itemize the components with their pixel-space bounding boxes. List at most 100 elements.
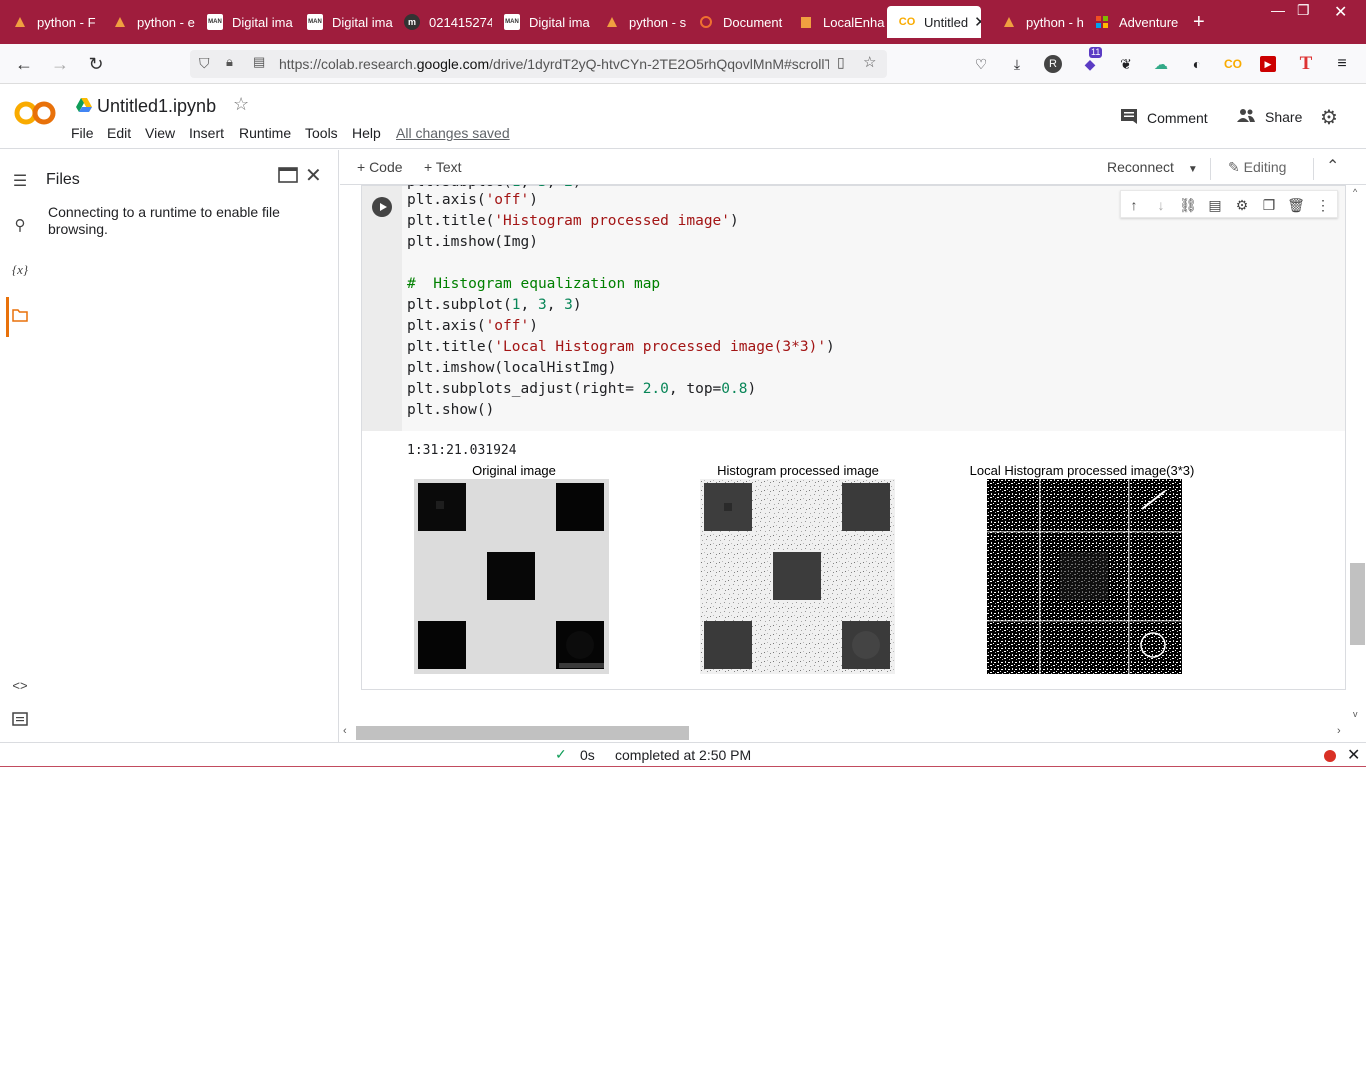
menu-view[interactable]: View bbox=[145, 125, 175, 141]
histogram-processed-image-plot bbox=[700, 479, 895, 674]
vertical-scroll-thumb[interactable] bbox=[1350, 563, 1365, 645]
browser-tab-bar: python - F python - e MAN Digital ima MAN… bbox=[0, 0, 1366, 44]
code-cell[interactable]: plt.subplot(1, 3, 2) plt.axis('off') plt… bbox=[361, 185, 1346, 690]
code-editor[interactable]: plt.subplot(1, 3, 2) plt.axis('off') plt… bbox=[402, 185, 1345, 431]
browser-tab[interactable]: MAN Digital ima bbox=[195, 6, 295, 38]
colab-extension-icon[interactable]: CO bbox=[1223, 54, 1243, 74]
browser-tab[interactable]: MAN Digital ima bbox=[492, 6, 592, 38]
colab-icon: CO bbox=[898, 16, 916, 28]
menu-hamburger-icon[interactable]: ≡ bbox=[1332, 54, 1352, 74]
windows-icon bbox=[1094, 14, 1110, 30]
cell-settings-icon[interactable]: ⚙ bbox=[1232, 195, 1252, 215]
browser-tab[interactable]: m 021415274 bbox=[392, 6, 492, 38]
toolbar-divider bbox=[1210, 158, 1211, 180]
menu-file[interactable]: File bbox=[71, 125, 94, 141]
dark-mode-icon[interactable]: ◐ bbox=[1187, 54, 1207, 74]
save-status-link[interactable]: All changes saved bbox=[396, 125, 510, 141]
minimize-icon[interactable]: — bbox=[1271, 2, 1285, 18]
bookmark-star-icon[interactable]: ☆ bbox=[863, 53, 876, 71]
extension-paw-icon[interactable]: ❦ bbox=[1116, 54, 1136, 74]
close-panel-icon[interactable]: ✕ bbox=[305, 163, 322, 188]
table-of-contents-icon[interactable]: ☰ bbox=[10, 171, 30, 191]
vertical-scrollbar[interactable]: ^ v bbox=[1349, 185, 1366, 723]
colab-logo-icon[interactable] bbox=[14, 99, 56, 127]
star-icon[interactable]: ☆ bbox=[233, 94, 249, 115]
shield-icon[interactable]: ⛉ bbox=[199, 55, 210, 72]
man-icon: MAN bbox=[504, 14, 520, 30]
mirror-cell-icon[interactable]: ❐ bbox=[1259, 195, 1279, 215]
histogram-processed-image bbox=[700, 479, 895, 674]
browser-tab[interactable]: python - s bbox=[592, 6, 692, 38]
more-options-icon[interactable]: ⋮ bbox=[1313, 195, 1333, 215]
pocket-icon[interactable]: ♡ bbox=[971, 54, 991, 74]
notebook-title[interactable]: Untitled1.ipynb bbox=[97, 96, 216, 117]
variables-icon[interactable]: {x} bbox=[10, 262, 30, 282]
browser-tab[interactable]: Adventure bbox=[1082, 6, 1182, 38]
profile-avatar-icon[interactable]: R bbox=[1044, 55, 1062, 73]
forward-icon[interactable]: → bbox=[49, 53, 71, 75]
reload-icon[interactable]: ↻ bbox=[85, 53, 107, 75]
horizontal-scrollbar[interactable]: ‹ › bbox=[340, 723, 1349, 742]
extension-badge-icon[interactable]: ◆ 11 bbox=[1080, 47, 1103, 74]
scroll-up-icon[interactable]: ^ bbox=[1353, 187, 1357, 197]
browser-tab-active[interactable]: CO Untitled ✕ bbox=[887, 6, 981, 38]
menu-tools[interactable]: Tools bbox=[305, 125, 338, 141]
url-text[interactable]: https://colab.research.google.com/drive/… bbox=[279, 56, 829, 72]
translate-t-icon[interactable]: T bbox=[1296, 54, 1316, 74]
scroll-down-icon[interactable]: v bbox=[1353, 709, 1358, 719]
scroll-left-icon[interactable]: ‹ bbox=[343, 725, 347, 737]
close-status-icon[interactable]: ✕ bbox=[1347, 745, 1360, 765]
youtube-icon[interactable]: ▶ bbox=[1260, 56, 1276, 72]
comment-icon bbox=[1120, 108, 1138, 127]
paper-icon bbox=[12, 14, 28, 30]
close-window-icon[interactable]: ✕ bbox=[1334, 2, 1347, 22]
menu-insert[interactable]: Insert bbox=[189, 125, 224, 141]
browser-tab[interactable]: MAN Digital ima bbox=[295, 6, 395, 38]
code-snippets-icon[interactable]: <> bbox=[10, 678, 30, 698]
browser-tab[interactable]: LocalEnha bbox=[786, 6, 886, 38]
add-text-button[interactable]: + Text bbox=[424, 159, 462, 175]
reconnect-button[interactable]: Reconnect ▼ bbox=[1107, 159, 1198, 175]
delete-cell-icon[interactable]: 🗑︎ bbox=[1286, 195, 1306, 215]
code-line: plt.show() bbox=[407, 402, 495, 418]
scroll-right-icon[interactable]: › bbox=[1337, 725, 1341, 737]
link-icon[interactable]: ⛓ bbox=[1178, 195, 1198, 215]
close-tab-icon[interactable]: ✕ bbox=[974, 13, 981, 31]
browser-tab[interactable]: python - F bbox=[0, 6, 100, 38]
horizontal-scroll-thumb[interactable] bbox=[356, 726, 689, 740]
share-button[interactable]: Share bbox=[1236, 108, 1302, 125]
local-histogram-image-plot bbox=[987, 479, 1182, 674]
browser-tab[interactable]: python - e bbox=[100, 6, 200, 38]
maximize-icon[interactable]: ❐ bbox=[1297, 2, 1310, 19]
browser-tab[interactable]: python - h bbox=[989, 6, 1084, 38]
add-code-button[interactable]: + Code bbox=[357, 159, 403, 175]
back-icon[interactable]: ← bbox=[13, 53, 35, 75]
code-line: plt.title('Histogram processed image') bbox=[407, 213, 739, 229]
settings-gear-icon[interactable]: ⚙ bbox=[1320, 105, 1338, 130]
folder-icon[interactable] bbox=[10, 308, 30, 328]
terminal-icon[interactable] bbox=[10, 712, 30, 732]
reader-view-icon[interactable]: ▯ bbox=[837, 54, 845, 71]
comment-button[interactable]: Comment bbox=[1120, 108, 1208, 127]
menu-runtime[interactable]: Runtime bbox=[239, 125, 291, 141]
page-info-icon[interactable]: ▤ bbox=[253, 54, 265, 70]
lock-icon[interactable]: 🔒︎ bbox=[226, 54, 233, 70]
run-cell-button[interactable] bbox=[372, 197, 392, 217]
move-up-icon[interactable]: ↑ bbox=[1124, 195, 1144, 215]
open-in-tab-icon[interactable] bbox=[278, 167, 298, 183]
extension-cloud-icon[interactable]: ☁ bbox=[1151, 54, 1171, 74]
comment-cell-icon[interactable]: ▤ bbox=[1205, 195, 1225, 215]
output-timestamp: 1:31:21.031924 bbox=[407, 443, 517, 458]
search-icon[interactable]: ⚲ bbox=[10, 216, 30, 236]
menu-edit[interactable]: Edit bbox=[107, 125, 131, 141]
editing-mode-button[interactable]: ✎ Editing bbox=[1228, 159, 1286, 176]
new-tab-icon[interactable]: + bbox=[1193, 11, 1205, 34]
move-down-icon[interactable]: ↓ bbox=[1151, 195, 1171, 215]
download-icon[interactable]: ⤓ bbox=[1007, 54, 1027, 74]
collapse-header-icon[interactable]: ⌃ bbox=[1326, 156, 1339, 176]
browser-tab[interactable]: Document bbox=[686, 6, 786, 38]
address-bar[interactable]: ⛉ 🔒︎ ▤ https://colab.research.google.com… bbox=[190, 50, 887, 78]
execution-status[interactable]: completed at 2:50 PM bbox=[615, 747, 751, 763]
people-icon bbox=[1236, 108, 1256, 125]
menu-help[interactable]: Help bbox=[352, 125, 381, 141]
